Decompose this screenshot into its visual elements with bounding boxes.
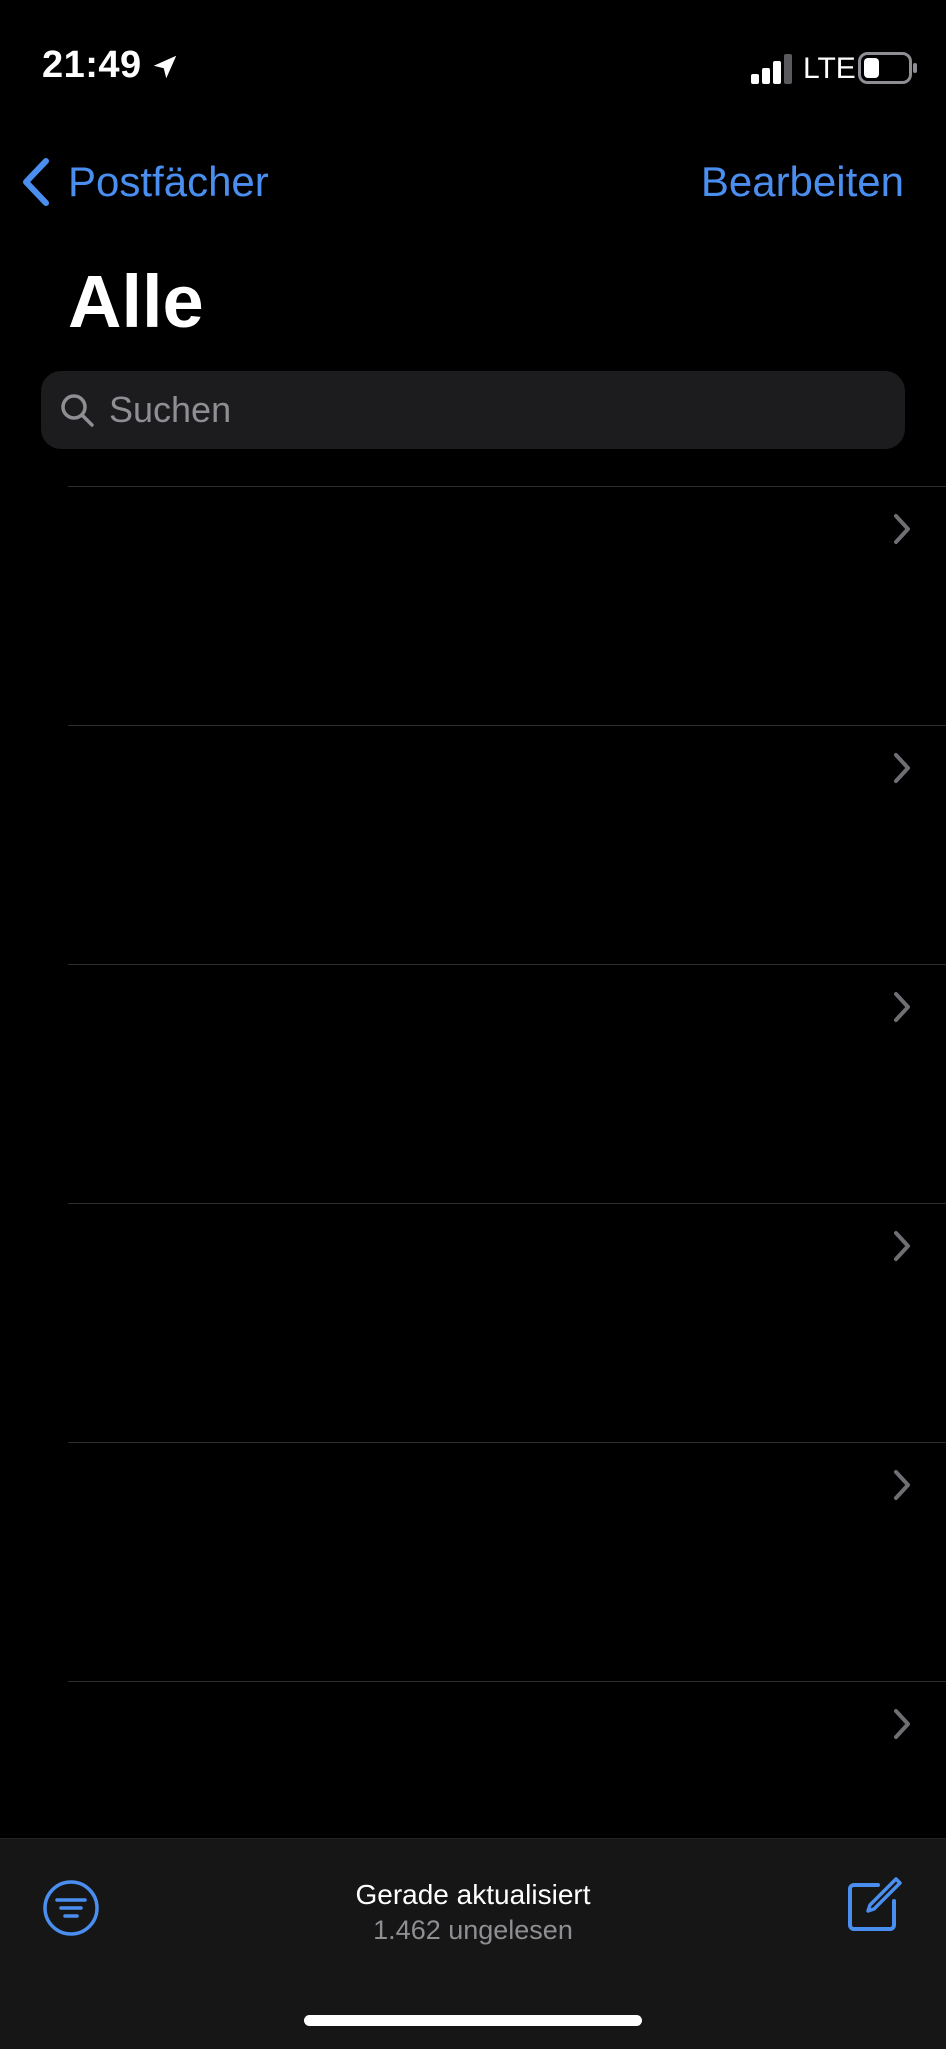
network-label: LTE: [803, 52, 856, 85]
chevron-right-icon: [894, 1231, 910, 1261]
status-time: 21:49: [42, 44, 142, 86]
update-status: Gerade aktualisiert: [355, 1879, 591, 1910]
list-item[interactable]: [0, 725, 946, 964]
list-item[interactable]: [0, 964, 946, 1203]
battery-icon: [858, 52, 917, 84]
row-separator: [68, 725, 946, 726]
chevron-right-icon: [894, 753, 910, 783]
row-separator: [68, 964, 946, 965]
status-bar: 21:49 LTE: [0, 0, 946, 120]
page-title: Alle: [68, 260, 204, 343]
search-icon: [61, 394, 94, 427]
row-separator: [68, 486, 946, 487]
search-field[interactable]: [41, 371, 905, 449]
row-separator: [68, 1203, 946, 1204]
search-input[interactable]: [109, 389, 905, 431]
signal-icon: [751, 54, 792, 84]
location-arrow-icon: [153, 55, 177, 79]
chevron-right-icon: [894, 992, 910, 1022]
row-separator: [68, 1442, 946, 1443]
row-separator: [68, 1681, 946, 1682]
edit-button[interactable]: Bearbeiten: [701, 150, 904, 214]
chevron-right-icon: [894, 514, 910, 544]
home-indicator: [304, 2015, 642, 2026]
bottom-toolbar: Gerade aktualisiert 1.462 ungelesen: [0, 1838, 946, 2049]
unread-count: 1.462 ungelesen: [373, 1915, 573, 1945]
toolbar-status: Gerade aktualisiert 1.462 ungelesen: [0, 1877, 946, 1947]
list-item[interactable]: [0, 1203, 946, 1442]
list-item[interactable]: [0, 486, 946, 725]
back-button[interactable]: Postfächer: [20, 150, 269, 214]
list-item[interactable]: [0, 1442, 946, 1681]
chevron-left-icon: [23, 158, 49, 206]
chevron-right-icon: [894, 1470, 910, 1500]
back-button-label: Postfächer: [68, 158, 269, 205]
chevron-right-icon: [894, 1709, 910, 1739]
compose-icon[interactable]: [844, 1875, 904, 1935]
mail-list: [0, 486, 946, 1920]
